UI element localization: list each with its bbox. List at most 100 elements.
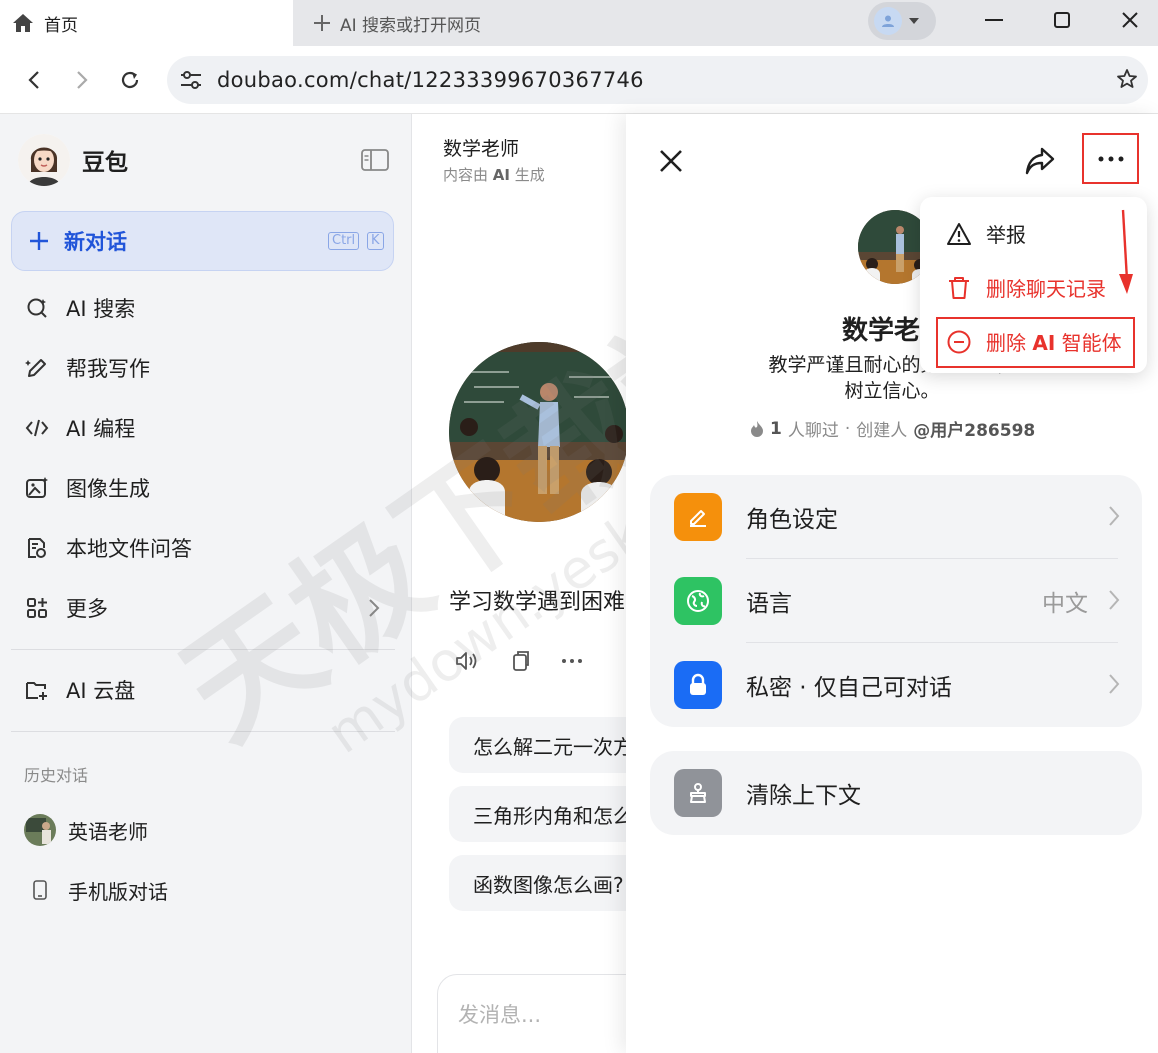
globe-icon: [674, 577, 722, 625]
copy-icon[interactable]: [509, 650, 531, 672]
sidebar-item-image-gen[interactable]: 图像生成: [24, 473, 150, 503]
minimize-button[interactable]: [964, 0, 1024, 40]
chevron-right-icon: [1108, 505, 1120, 527]
sidebar-item-label: AI 搜索: [66, 297, 136, 321]
history-item-label: 英语老师: [68, 819, 148, 844]
history-item[interactable]: 英语老师: [24, 814, 148, 846]
forward-button[interactable]: [62, 60, 102, 100]
tab-home[interactable]: 首页: [0, 0, 293, 46]
clear-context-label: 清除上下文: [746, 783, 861, 809]
fire-icon: [750, 420, 764, 438]
tab-bar: 首页 AI 搜索或打开网页: [0, 0, 1158, 46]
agent-meta: 1 人聊过 · 创建人 @用户286598: [750, 416, 1035, 441]
chat-count: 1: [770, 418, 782, 439]
trash-icon: [946, 275, 972, 301]
sidebar-item-label: 帮我写作: [66, 357, 150, 381]
cloud-folder-icon: [24, 677, 50, 703]
setting-value: 中文: [1042, 591, 1088, 617]
chat-subtitle: 内容由 AI 生成: [443, 164, 545, 185]
pen-icon: [24, 355, 50, 381]
sidebar-item-local-files[interactable]: 本地文件问答: [24, 533, 192, 563]
suggestion-chip[interactable]: 三角形内角和怎么: [449, 786, 626, 842]
meta-separator: ·: [844, 418, 851, 439]
math-teacher-avatar: [449, 342, 626, 522]
reload-button[interactable]: [110, 60, 150, 100]
brand-name: 豆包: [82, 150, 128, 176]
setting-label: 私密 · 仅自己可对话: [746, 675, 952, 701]
sidebar: 豆包 新对话 Ctrl K AI 搜索 帮我写作 AI 编程 图像生成 本地文件…: [0, 114, 412, 1053]
brand[interactable]: 豆包: [18, 134, 128, 186]
history-title: 历史对话: [24, 766, 89, 785]
sidebar-item-ai-search[interactable]: AI 搜索: [24, 293, 135, 323]
suggestion-chip[interactable]: 怎么解二元一次方: [449, 717, 626, 773]
image-icon: [24, 475, 50, 501]
chat-intro: 学习数学遇到困难: [449, 590, 626, 615]
subtitle-prefix: 内容由: [443, 166, 489, 184]
grid-icon: [24, 595, 50, 621]
edit-icon: [674, 493, 722, 541]
phone-icon: [24, 874, 56, 906]
menu-item-delete-history[interactable]: 删除聊天记录: [946, 273, 1106, 302]
subtitle-ai: AI: [492, 166, 510, 184]
close-window-button[interactable]: [1100, 0, 1158, 40]
home-icon: [12, 13, 34, 33]
menu-item-report[interactable]: 举报: [946, 219, 1026, 248]
sidebar-item-label: AI 编程: [66, 417, 136, 441]
url-input[interactable]: doubao.com/chat/12233399670367746: [167, 56, 1148, 104]
history-item[interactable]: 手机版对话: [24, 874, 168, 906]
more-options-button[interactable]: [1082, 133, 1139, 184]
suggestion-chip[interactable]: 函数图像怎么画?: [449, 855, 626, 911]
sidebar-item-coding[interactable]: AI 编程: [24, 413, 135, 443]
chevron-right-icon: [1108, 589, 1120, 611]
chat-area: 数学老师 内容由 AI 生成 学习数学遇到困难 怎么解二元一次方 三角形内角和怎…: [413, 114, 626, 1053]
lock-icon: [674, 661, 722, 709]
setting-language[interactable]: 语言 中文: [650, 559, 1142, 643]
sidebar-item-cloud[interactable]: AI 云盘: [24, 675, 135, 705]
setting-label: 角色设定: [746, 507, 838, 533]
clear-context-card: 清除上下文: [650, 751, 1142, 835]
chat-count-label: 人聊过: [787, 421, 839, 441]
warning-icon: [946, 222, 972, 246]
history-item-label: 手机版对话: [68, 879, 168, 904]
speaker-icon[interactable]: [455, 650, 479, 672]
setting-role[interactable]: 角色设定: [650, 475, 1142, 559]
subtitle-suffix: 生成: [514, 166, 545, 184]
back-button[interactable]: [14, 60, 54, 100]
address-bar: doubao.com/chat/12233399670367746: [0, 46, 1158, 114]
broom-icon: [674, 769, 722, 817]
sidebar-item-writing[interactable]: 帮我写作: [24, 353, 150, 383]
chevron-down-icon: [908, 17, 920, 25]
shortcut-k: K: [367, 232, 384, 250]
chevron-right-icon: [1108, 673, 1120, 695]
share-icon[interactable]: [1024, 146, 1056, 176]
sidebar-item-label: 本地文件问答: [66, 537, 192, 561]
sidebar-item-label: 更多: [66, 597, 108, 621]
tab-new-label: AI 搜索或打开网页: [340, 15, 482, 36]
chat-title: 数学老师: [443, 138, 520, 160]
more-dots-icon[interactable]: [561, 658, 583, 664]
message-input[interactable]: 发消息...: [437, 974, 626, 1053]
chevron-right-icon: [368, 598, 380, 618]
divider: [11, 731, 395, 732]
site-settings-icon[interactable]: [179, 69, 203, 91]
sidebar-toggle-icon[interactable]: [360, 148, 390, 172]
divider: [11, 649, 395, 650]
tab-new[interactable]: AI 搜索或打开网页: [312, 0, 481, 46]
new-chat-label: 新对话: [64, 230, 127, 254]
new-chat-button[interactable]: 新对话 Ctrl K: [11, 211, 394, 271]
agent-description-line2: 树立信心。: [844, 380, 940, 402]
menu-item-label: 删除聊天记录: [986, 277, 1106, 301]
sidebar-item-more[interactable]: 更多: [24, 593, 380, 623]
maximize-button[interactable]: [1032, 0, 1092, 40]
creator-name[interactable]: @用户286598: [913, 416, 1035, 441]
close-icon[interactable]: [658, 148, 684, 174]
setting-privacy[interactable]: 私密 · 仅自己可对话: [650, 643, 1142, 727]
doubao-avatar: [18, 134, 70, 186]
url-text: doubao.com/chat/12233399670367746: [217, 68, 644, 92]
shortcut-ctrl: Ctrl: [328, 232, 360, 250]
message-actions: [455, 650, 583, 672]
clear-context-button[interactable]: 清除上下文: [650, 751, 1142, 835]
bookmark-star-icon[interactable]: [1116, 68, 1138, 90]
sidebar-item-label: AI 云盘: [66, 679, 136, 703]
profile-button[interactable]: [868, 2, 936, 40]
